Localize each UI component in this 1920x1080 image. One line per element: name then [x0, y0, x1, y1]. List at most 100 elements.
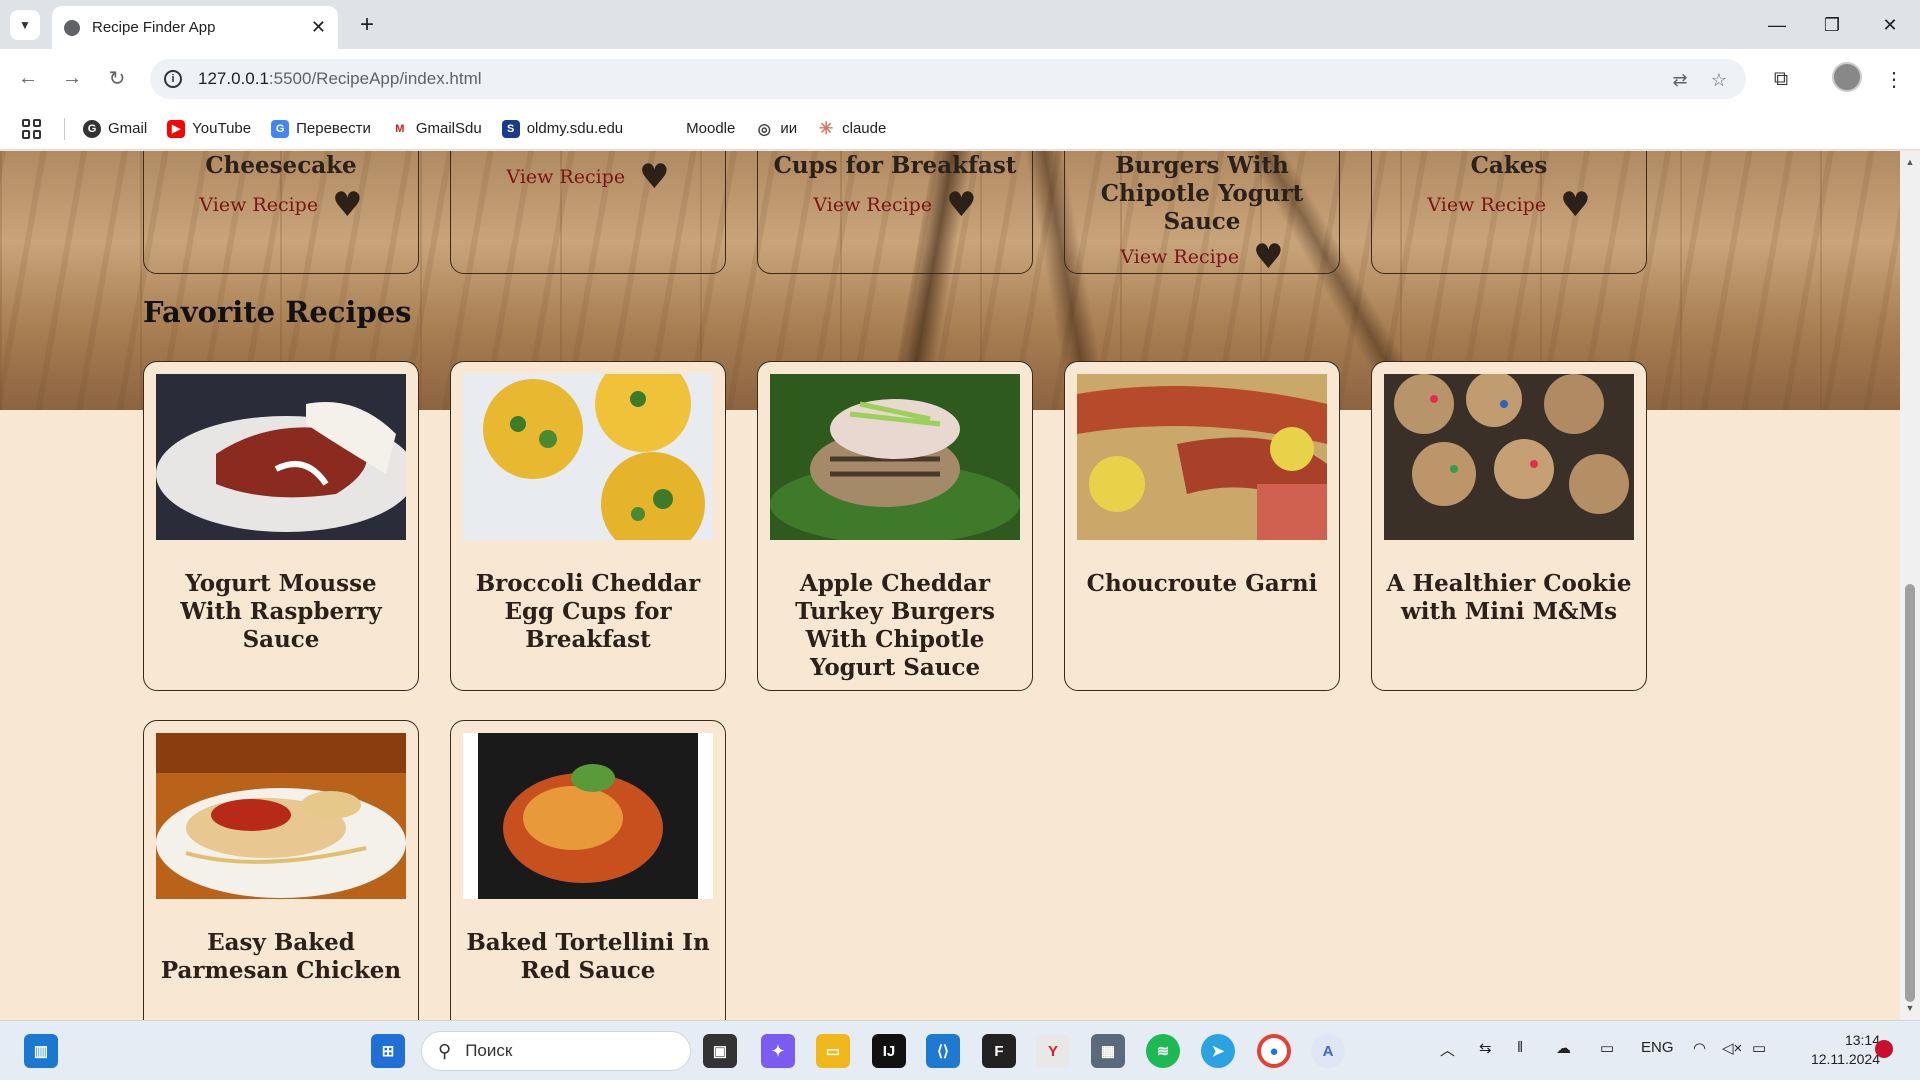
tray-app-icon[interactable]: ⇆ — [1479, 1039, 1492, 1057]
favorite-card[interactable]: Yogurt Mousse With Raspberry Sauce — [143, 361, 419, 691]
apps-grid-icon[interactable] — [22, 118, 42, 139]
scroll-down-icon[interactable]: ▼ — [1904, 1003, 1916, 1015]
reload-button[interactable]: ↻ — [102, 63, 132, 93]
taskbar-search[interactable]: ⚲ Поиск — [421, 1031, 691, 1071]
bookmark-translate[interactable]: G Перевести — [271, 119, 371, 138]
bookmark-label: claude — [842, 120, 887, 137]
bookmark-claude[interactable]: ✳ claude — [817, 118, 887, 138]
bookmark-youtube[interactable]: ▶ YouTube — [167, 119, 251, 138]
address-bar[interactable]: i 127.0.0.1:5500/RecipeApp/index.html ⇄ … — [150, 59, 1746, 99]
view-recipe-link[interactable]: View Recipe — [506, 166, 625, 188]
recipe-name: Cups for Breakfast — [773, 152, 1017, 179]
tab-search-button[interactable]: ▼ — [10, 10, 40, 40]
close-window-button[interactable]: ✕ — [1870, 10, 1910, 40]
heart-icon[interactable]: ♥ — [1560, 188, 1590, 222]
bookmark-ii[interactable]: ◎ ии — [755, 119, 798, 138]
notification-bell-icon[interactable] — [1875, 1040, 1893, 1058]
extensions-button[interactable]: ⧉ — [1765, 63, 1797, 95]
view-recipe-row: View Recipe ♥ — [1427, 188, 1590, 222]
battery-icon[interactable]: ▭ — [1752, 1039, 1766, 1057]
file-explorer-icon[interactable]: ▭ — [816, 1034, 850, 1068]
bookmark-gmailsdu[interactable]: M GmailSdu — [390, 119, 482, 138]
view-recipe-row: View Recipe ♥ — [813, 188, 976, 222]
view-recipe-link[interactable]: View Recipe — [199, 194, 318, 216]
close-tab-icon[interactable]: ✕ — [311, 17, 326, 38]
recipe-name: Cheesecake — [205, 152, 357, 179]
bookmark-label: Gmail — [108, 120, 148, 137]
telegram-icon[interactable]: ➤ — [1201, 1034, 1235, 1068]
spotify-icon[interactable]: ≋ — [1146, 1034, 1180, 1068]
widgets-icon[interactable]: ▥ — [24, 1034, 58, 1068]
arrow-right-icon: → — [62, 66, 82, 89]
view-recipe-link[interactable]: View Recipe — [813, 194, 932, 216]
vscode-icon[interactable]: ⟨⟩ — [926, 1034, 960, 1068]
openai-icon: ◎ — [755, 119, 774, 138]
moodle-icon — [661, 119, 680, 138]
recipe-name: Baked Tortellini In Red Sauce — [466, 929, 710, 984]
puzzle-icon: ⧉ — [1773, 67, 1789, 90]
tab-title: Recipe Finder App — [92, 19, 216, 36]
active-tab[interactable]: Recipe Finder App ✕ — [52, 6, 338, 49]
task-view-icon[interactable]: ▣ — [703, 1034, 737, 1068]
minimize-button[interactable]: — — [1757, 10, 1797, 40]
cloud-icon[interactable]: ☁ — [1556, 1039, 1571, 1057]
translate-icon[interactable]: ⇄ — [1668, 68, 1692, 92]
bookmark-label: ии — [780, 120, 798, 137]
copilot-icon[interactable]: ✦ — [761, 1034, 795, 1068]
favorite-card[interactable]: Baked Tortellini In Red Sauce — [450, 720, 726, 1020]
restore-button[interactable]: ❐ — [1812, 10, 1852, 40]
bookmark-label: oldmy.sdu.edu — [526, 120, 624, 137]
heart-icon[interactable]: ♥ — [946, 188, 976, 222]
gmail-m-icon: M — [390, 119, 409, 138]
windows-start-icon[interactable]: ⊞ — [371, 1034, 405, 1068]
yandex-browser-icon[interactable]: Y — [1036, 1034, 1070, 1068]
wifi-icon[interactable]: ◠ — [1693, 1039, 1706, 1057]
bookmark-gmail[interactable]: G Gmail — [83, 119, 148, 138]
calculator-icon[interactable]: ▦ — [1091, 1034, 1125, 1068]
figma-icon[interactable]: F — [982, 1034, 1016, 1068]
bookmark-oldmy[interactable]: Soldmy.sdu.edu — [501, 119, 624, 138]
favorite-card[interactable]: Apple Cheddar Turkey Burgers With Chipot… — [757, 361, 1033, 691]
language-indicator[interactable]: ENG — [1641, 1039, 1674, 1056]
scroll-thumb[interactable] — [1905, 584, 1915, 1002]
view-recipe-link[interactable]: View Recipe — [1427, 194, 1546, 216]
heart-icon[interactable]: ♥ — [1253, 240, 1283, 274]
back-button[interactable]: ← — [13, 63, 43, 93]
chevron-up-icon[interactable]: ︿ — [1440, 1039, 1455, 1060]
heart-icon[interactable]: ♥ — [332, 188, 362, 222]
view-recipe-link[interactable]: View Recipe — [1120, 246, 1239, 268]
favorite-card[interactable]: Broccoli Cheddar Egg Cups for Breakfast — [450, 361, 726, 691]
translator-app-icon[interactable]: A — [1311, 1034, 1345, 1068]
heart-icon[interactable]: ♥ — [639, 160, 669, 194]
favorite-card[interactable]: Choucroute Garni — [1064, 361, 1340, 691]
speaker-muted-icon[interactable]: ◁× — [1722, 1039, 1742, 1057]
chrome-icon[interactable]: ● — [1257, 1034, 1291, 1068]
intellij-icon[interactable]: IJ — [872, 1034, 906, 1068]
site-info-icon[interactable]: i — [164, 70, 182, 88]
bookmark-label: Moodle — [686, 120, 736, 137]
star-icon[interactable]: ☆ — [1707, 68, 1731, 92]
search-placeholder: Поиск — [465, 1041, 513, 1060]
recipe-name: Burgers With Chipotle Yogurt Sauce — [1100, 152, 1304, 235]
tablet-icon[interactable]: ▭ — [1600, 1039, 1614, 1057]
reload-icon: ↻ — [108, 67, 126, 90]
recipe-image — [1384, 374, 1634, 540]
url-text: 127.0.0.1:5500/RecipeApp/index.html — [198, 69, 482, 89]
favorite-card[interactable]: Easy Baked Parmesan Chicken — [143, 720, 419, 1020]
scroll-up-icon[interactable]: ▲ — [1904, 157, 1916, 169]
arrow-left-icon: ← — [18, 66, 38, 89]
forward-button[interactable]: → — [57, 63, 87, 93]
bookmark-moodle[interactable]: Moodle — [661, 119, 736, 138]
section-title: Favorite Recipes — [143, 295, 412, 329]
profile-avatar[interactable] — [1832, 62, 1862, 92]
bookmark-label: GmailSdu — [415, 120, 482, 137]
new-tab-button[interactable]: + — [352, 10, 382, 40]
clock[interactable]: 13:14 12.11.2024 — [1790, 1031, 1880, 1069]
recipe-image — [156, 374, 406, 540]
claude-icon: ✳ — [817, 118, 836, 138]
favorite-card[interactable]: A Healthier Cookie with Mini M&Ms — [1371, 361, 1647, 691]
menu-button[interactable]: ⋮ — [1878, 63, 1910, 95]
page-scrollbar[interactable]: ▲ ▼ — [1900, 151, 1920, 1020]
plus-icon: + — [359, 11, 374, 38]
tray-app-icon-2[interactable]: ‖ — [1517, 1039, 1523, 1056]
